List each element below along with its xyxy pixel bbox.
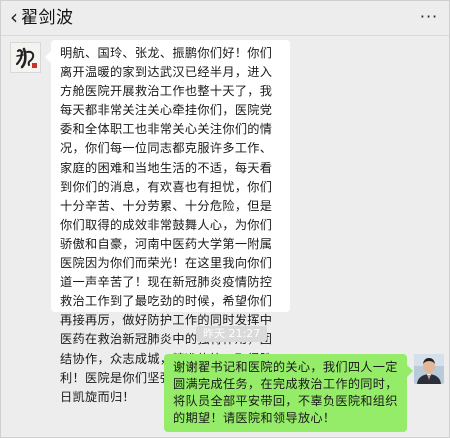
calligraphy-icon	[11, 43, 40, 72]
incoming-message-bubble[interactable]: 明航、国玲、张龙、振鹏你们好！你们离开温暖的家到达武汉已经半月，进入方舱医院开展…	[45, 40, 290, 404]
chat-title: 翟剑波	[21, 8, 74, 28]
portrait-icon	[414, 354, 444, 384]
portrait-avatar[interactable]	[414, 354, 444, 384]
title-bar: ‹ 翟剑波 ···	[1, 1, 449, 36]
timestamp: 昨天 21:27	[196, 326, 268, 342]
outgoing-message-bubble[interactable]: 谢谢翟书记和医院的关心，我们四人一定圆满完成任务，在完成救治工作的同时，将队员全…	[164, 354, 413, 432]
chat-area[interactable]: 明航、国玲、张龙、振鹏你们好！你们离开温暖的家到达武汉已经半月，进入方舱医院开展…	[1, 36, 449, 437]
chevron-left-icon[interactable]: ‹	[7, 5, 21, 29]
calligraphy-avatar[interactable]	[10, 42, 41, 73]
more-dots-icon[interactable]: ···	[417, 7, 441, 27]
